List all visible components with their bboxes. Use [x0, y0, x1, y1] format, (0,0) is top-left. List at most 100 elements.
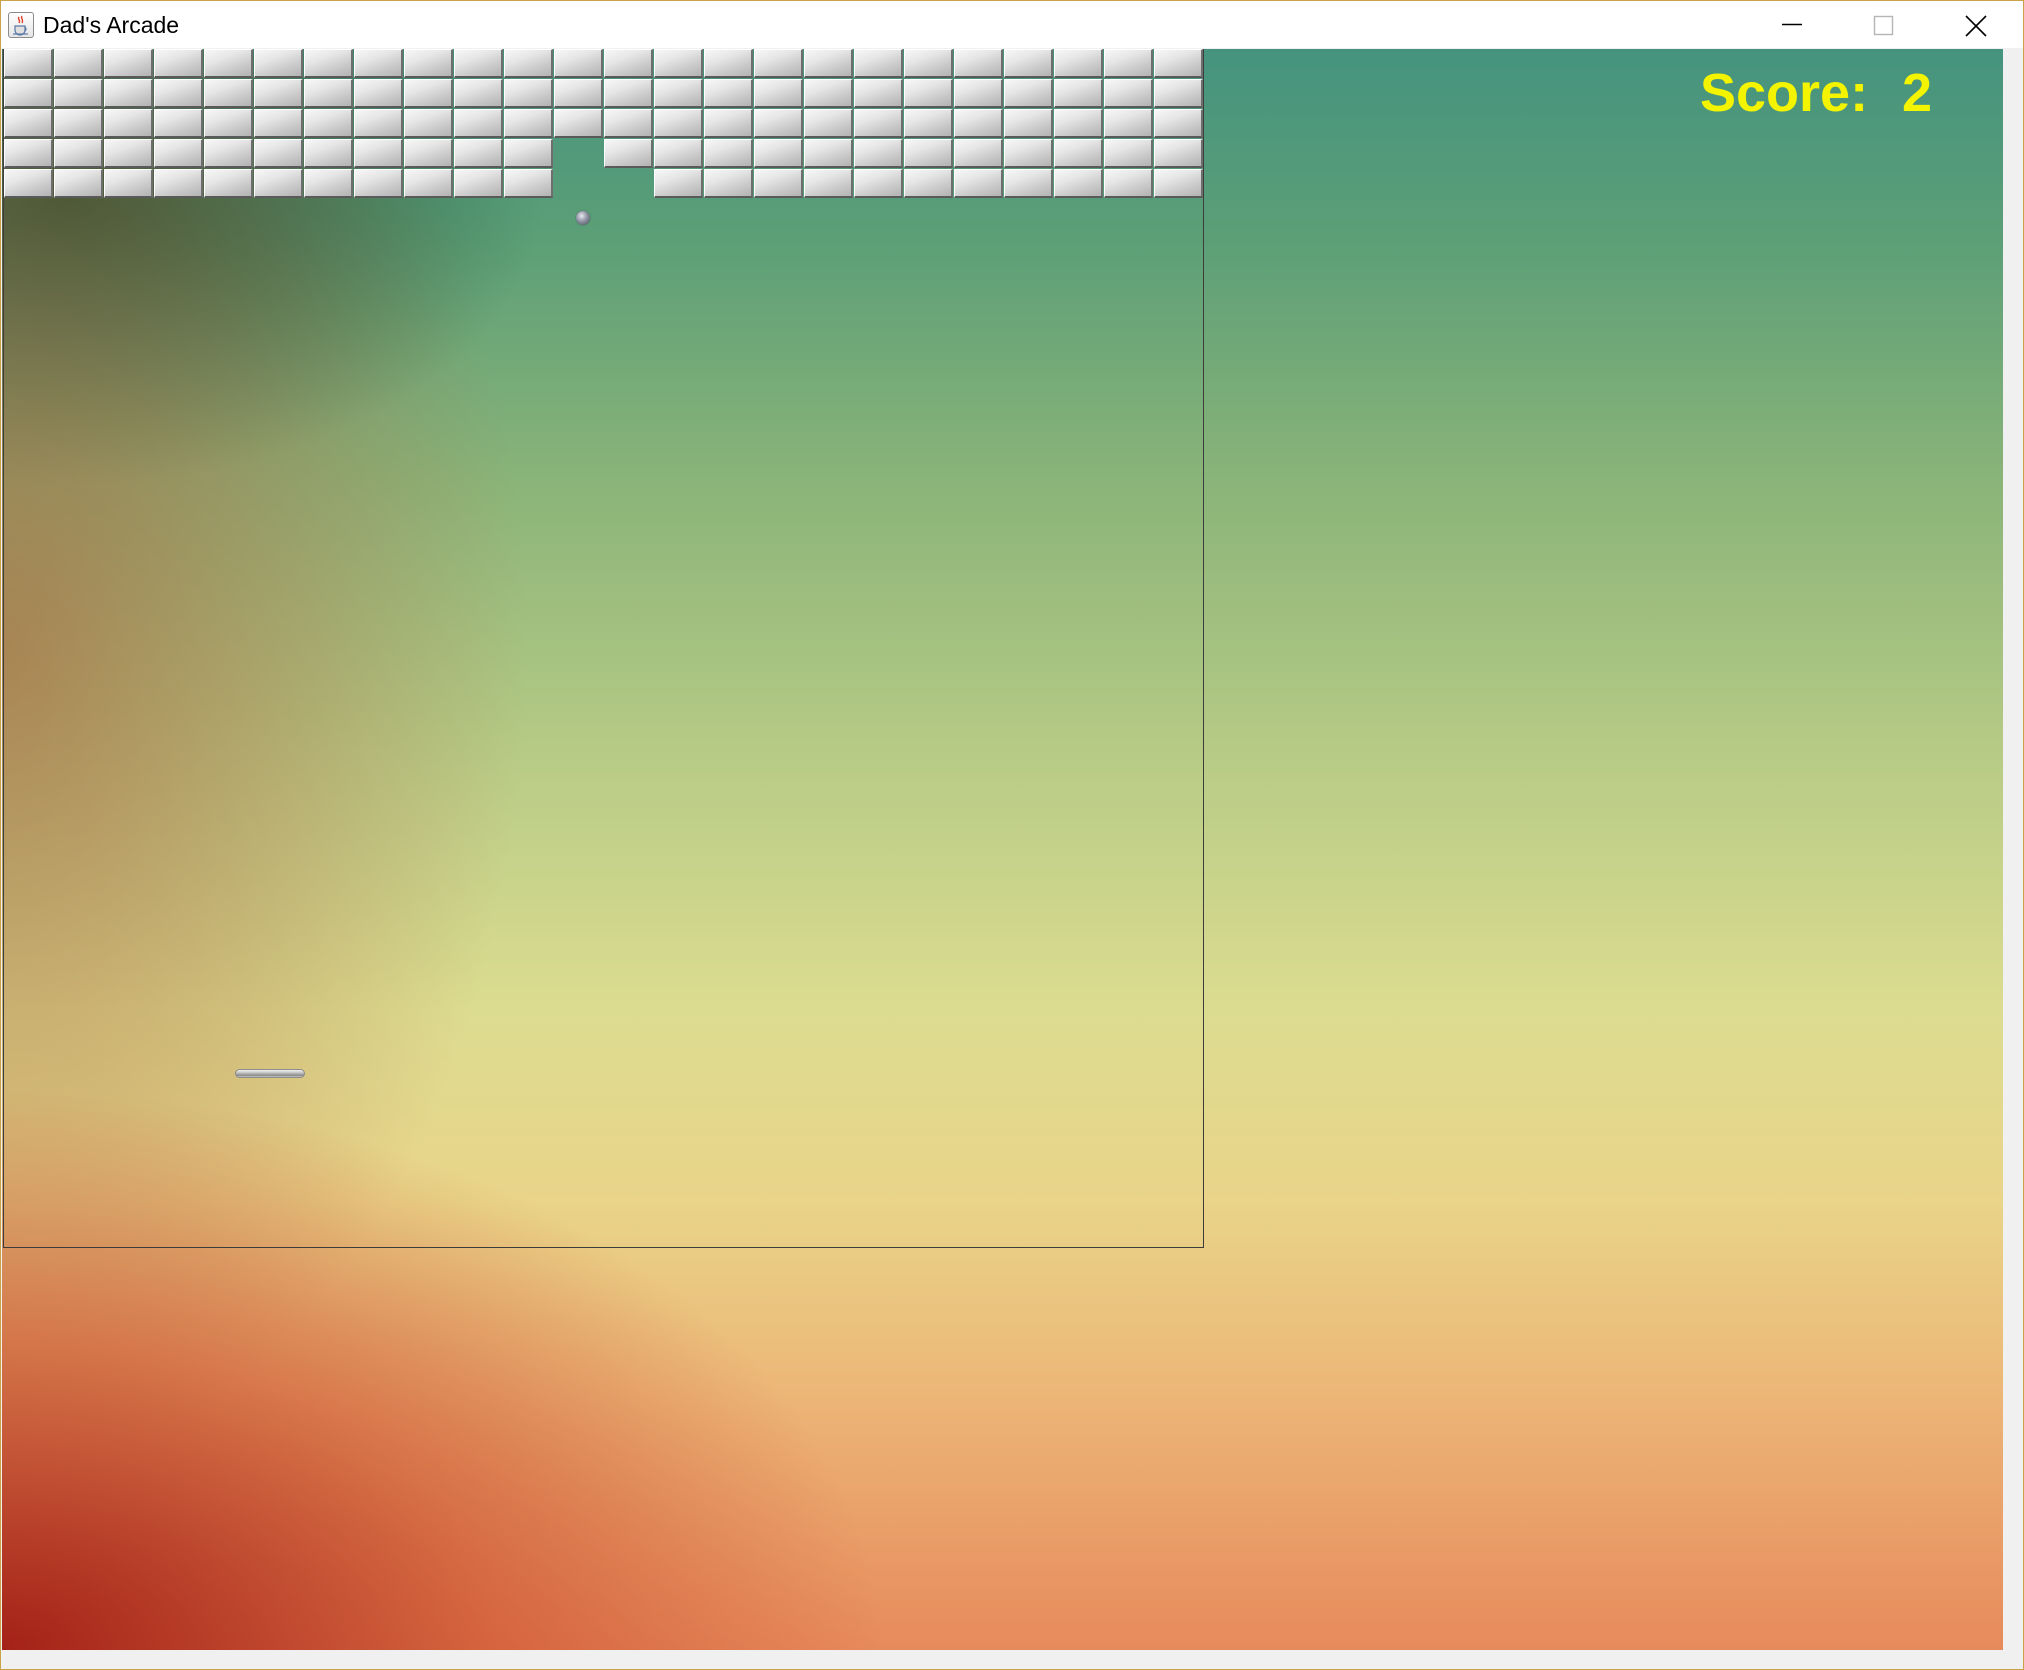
brick [704, 169, 753, 198]
brick [1004, 79, 1053, 108]
brick [1104, 109, 1153, 138]
brick [104, 79, 153, 108]
game-canvas[interactable]: Score: 2 [2, 49, 2003, 1650]
brick [804, 169, 853, 198]
brick [354, 169, 403, 198]
brick [354, 49, 403, 78]
brick [854, 49, 903, 78]
brick [854, 169, 903, 198]
brick [804, 139, 853, 168]
brick [754, 49, 803, 78]
brick [304, 49, 353, 78]
brick [1054, 169, 1103, 198]
score-label: Score: [1700, 63, 1869, 123]
brick [1004, 169, 1053, 198]
brick [404, 49, 453, 78]
brick [304, 139, 353, 168]
brick [1154, 139, 1203, 168]
brick [204, 139, 253, 168]
brick [904, 79, 953, 108]
brick [104, 169, 153, 198]
brick [4, 109, 53, 138]
paddle[interactable] [235, 1069, 305, 1078]
brick [54, 139, 103, 168]
brick [454, 139, 503, 168]
brick [454, 79, 503, 108]
brick [954, 109, 1003, 138]
brick [654, 139, 703, 168]
brick [754, 79, 803, 108]
brick [254, 79, 303, 108]
brick [204, 169, 253, 198]
brick [1004, 109, 1053, 138]
brick [54, 49, 103, 78]
brick [254, 169, 303, 198]
brick [804, 79, 853, 108]
brick [854, 79, 903, 108]
brick [954, 49, 1003, 78]
brick [554, 49, 603, 78]
brick [1054, 49, 1103, 78]
brick [604, 139, 653, 168]
title-bar[interactable]: Dad's Arcade [1, 1, 2023, 48]
brick [1154, 79, 1203, 108]
brick [54, 169, 103, 198]
brick [104, 139, 153, 168]
brick [254, 109, 303, 138]
brick [654, 169, 703, 198]
app-window: Dad's Arcade Score: 2 [0, 0, 2024, 1670]
brick [354, 139, 403, 168]
brick [154, 139, 203, 168]
brick [754, 109, 803, 138]
brick [1054, 109, 1103, 138]
minimize-button[interactable] [1746, 1, 1838, 48]
maximize-button[interactable] [1838, 1, 1930, 48]
brick [4, 139, 53, 168]
brick [1154, 49, 1203, 78]
brick [454, 169, 503, 198]
brick [554, 79, 603, 108]
brick [4, 169, 53, 198]
close-icon [1965, 15, 1987, 37]
brick [654, 109, 703, 138]
brick [404, 109, 453, 138]
brick [204, 109, 253, 138]
brick [704, 139, 753, 168]
brick [804, 109, 853, 138]
brick [654, 49, 703, 78]
window-title: Dad's Arcade [43, 12, 180, 38]
score-value: 2 [1902, 63, 1933, 123]
brick [604, 49, 653, 78]
brick [404, 79, 453, 108]
brick [854, 109, 903, 138]
close-button[interactable] [1930, 1, 2022, 48]
brick [4, 49, 53, 78]
brick [704, 79, 753, 108]
brick [254, 139, 303, 168]
brick [754, 169, 803, 198]
brick [354, 79, 403, 108]
brick [904, 109, 953, 138]
brick [204, 49, 253, 78]
brick [604, 109, 653, 138]
brick [304, 169, 353, 198]
brick [954, 139, 1003, 168]
brick [904, 169, 953, 198]
brick [1154, 109, 1203, 138]
brick [1104, 169, 1153, 198]
brick [504, 79, 553, 108]
java-cup-icon[interactable] [8, 12, 34, 38]
brick [1154, 169, 1203, 198]
brick [304, 109, 353, 138]
brick [654, 79, 703, 108]
brick [54, 109, 103, 138]
brick [54, 79, 103, 108]
brick [154, 49, 203, 78]
brick [504, 109, 553, 138]
brick [1104, 139, 1153, 168]
brick [554, 109, 603, 138]
brick [1104, 49, 1153, 78]
brick [1104, 79, 1153, 108]
brick [154, 109, 203, 138]
brick [704, 109, 753, 138]
